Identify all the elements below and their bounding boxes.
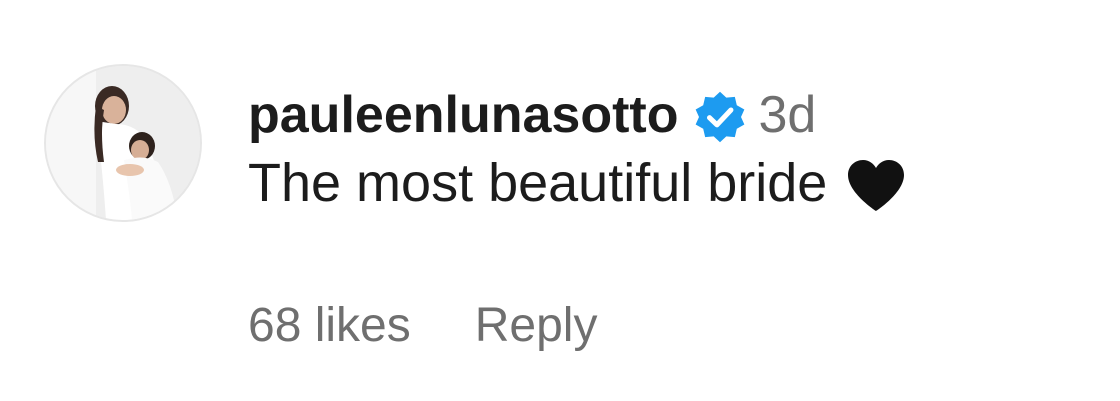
comment-text: The most beautiful bride <box>248 153 828 213</box>
comment: pauleenlunasotto 3d The most beautiful b… <box>0 0 1120 401</box>
timestamp[interactable]: 3d <box>758 85 816 145</box>
reply-button[interactable]: Reply <box>475 298 598 353</box>
comment-actions: 68 likes Reply <box>248 298 597 353</box>
comment-header: pauleenlunasotto 3d <box>248 78 1108 152</box>
username-link[interactable]: pauleenlunasotto <box>248 85 678 145</box>
verified-badge-icon <box>692 89 748 145</box>
black-heart-icon <box>845 157 907 213</box>
comment-text-row: The most beautiful bride <box>248 148 1108 218</box>
likes-count-button[interactable]: 68 likes <box>248 298 411 353</box>
avatar-photo <box>46 66 200 220</box>
avatar[interactable] <box>44 64 202 222</box>
comment-body: pauleenlunasotto 3d The most beautiful b… <box>248 78 1108 218</box>
